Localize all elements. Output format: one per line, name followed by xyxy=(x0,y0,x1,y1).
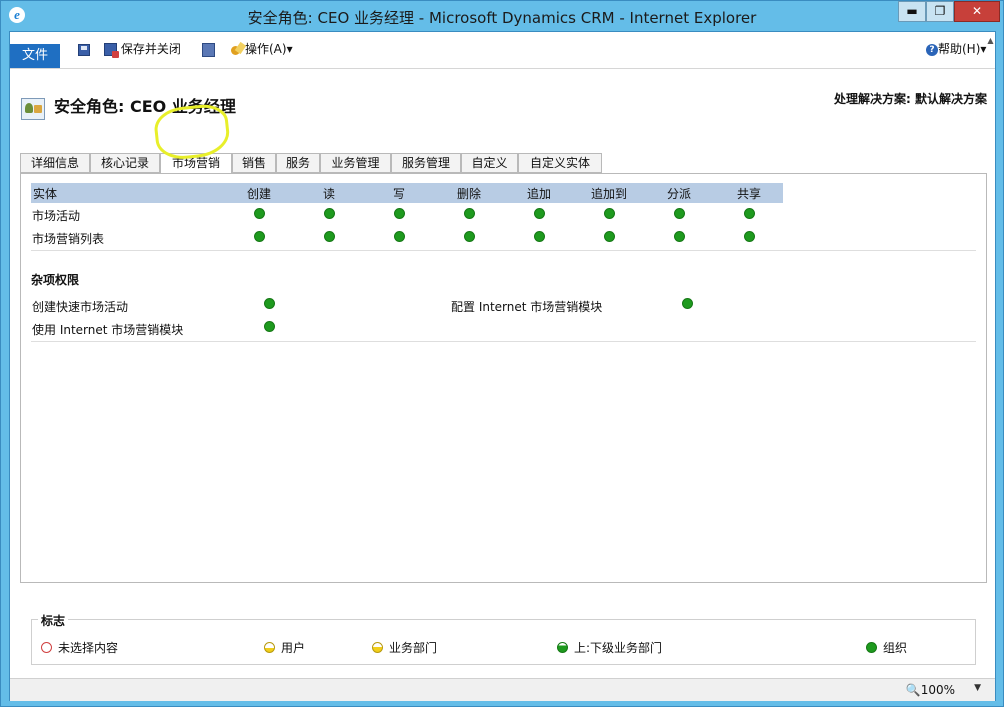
privilege-list-delete[interactable] xyxy=(464,231,475,242)
legend-label: 业务部门 xyxy=(389,641,438,655)
column-entity: 实体 xyxy=(33,187,58,201)
privilege-campaign-write[interactable] xyxy=(394,208,405,219)
privilege-list-append-to[interactable] xyxy=(604,231,615,242)
command-ribbon: 文件 保存并关闭 操作(A)▾ ? 帮助(H)▾ ▲ xyxy=(10,32,995,69)
privilege-list-append[interactable] xyxy=(534,231,545,242)
security-role-icon xyxy=(21,98,45,120)
privilege-campaign-share[interactable] xyxy=(744,208,755,219)
zoom-level[interactable]: 🔍100% xyxy=(906,683,955,697)
privilege-use-internet-marketing[interactable] xyxy=(264,321,275,332)
legend-none: 未选择内容 xyxy=(41,639,118,656)
legend-parent-child: 上:下级业务部门 xyxy=(557,639,662,656)
privilege-campaign-append[interactable] xyxy=(534,208,545,219)
user-level-icon xyxy=(264,642,275,653)
zoom-value: 100% xyxy=(920,683,955,697)
misc-privileges-title: 杂项权限 xyxy=(31,273,80,287)
privilege-list-assign[interactable] xyxy=(674,231,685,242)
misc-label-quick-campaign: 创建快速市场活动 xyxy=(32,300,129,314)
privilege-grid-header: 实体 创建 读 写 删除 追加 追加到 分派 共享 xyxy=(31,183,783,203)
legend-label: 上:下级业务部门 xyxy=(574,641,663,655)
tab-core-records[interactable]: 核心记录 xyxy=(90,153,160,173)
tab-service[interactable]: 服务 xyxy=(276,153,320,173)
tab-sales[interactable]: 销售 xyxy=(232,153,276,173)
privilege-campaign-append-to[interactable] xyxy=(604,208,615,219)
actions-menu-button[interactable]: 操作(A)▾ xyxy=(230,40,293,58)
legend-organization: 组织 xyxy=(866,639,907,656)
column-create: 创建 xyxy=(247,187,272,201)
column-delete: 删除 xyxy=(457,187,482,201)
column-append: 追加 xyxy=(527,187,552,201)
help-icon: ? xyxy=(926,43,938,56)
privilege-campaign-assign[interactable] xyxy=(674,208,685,219)
privilege-list-create[interactable] xyxy=(254,231,265,242)
window-title: 安全角色: CEO 业务经理 - Microsoft Dynamics CRM … xyxy=(247,9,757,27)
save-close-icon xyxy=(104,43,119,58)
scroll-up-arrow-icon[interactable]: ▲ xyxy=(986,36,995,50)
row-label-campaign: 市场活动 xyxy=(32,209,81,223)
privilege-list-read[interactable] xyxy=(324,231,335,242)
maximize-button[interactable]: ❐ xyxy=(926,1,954,22)
legend-business-unit: 业务部门 xyxy=(372,639,437,656)
chevron-down-icon: ▾ xyxy=(286,42,293,56)
privilege-configure-internet-marketing[interactable] xyxy=(682,298,693,309)
help-menu-button[interactable]: ? 帮助(H)▾ xyxy=(926,40,986,58)
tab-customization[interactable]: 自定义 xyxy=(461,153,518,173)
column-append-to: 追加到 xyxy=(591,187,628,201)
legend-box xyxy=(31,619,976,665)
save-and-close-button[interactable]: 保存并关闭 xyxy=(104,40,181,58)
privilege-campaign-read[interactable] xyxy=(324,208,335,219)
divider xyxy=(31,250,976,251)
legend-label: 用户 xyxy=(281,641,306,655)
actions-label: 操作(A) xyxy=(245,42,287,56)
legend-title: 标志 xyxy=(38,612,69,629)
save-and-close-label: 保存并关闭 xyxy=(120,42,181,56)
help-label: 帮助(H) xyxy=(938,42,981,56)
legend-label: 未选择内容 xyxy=(58,641,119,655)
empty-circle-icon xyxy=(41,642,52,653)
divider xyxy=(31,341,976,342)
file-button[interactable]: 文件 xyxy=(10,44,60,68)
copy-role-button[interactable] xyxy=(202,40,215,58)
status-bar: 🔍100% ▼ xyxy=(10,678,995,701)
actions-icon xyxy=(230,43,245,57)
privilege-list-share[interactable] xyxy=(744,231,755,242)
minimize-button[interactable]: ▬ xyxy=(898,1,926,22)
tab-service-management[interactable]: 服务管理 xyxy=(391,153,461,173)
tab-business-management[interactable]: 业务管理 xyxy=(320,153,391,173)
legend-user: 用户 xyxy=(264,639,305,656)
zoom-dropdown-icon[interactable]: ▼ xyxy=(974,683,981,693)
tab-details[interactable]: 详细信息 xyxy=(20,153,90,173)
privilege-campaign-create[interactable] xyxy=(254,208,265,219)
organization-level-icon xyxy=(866,642,877,653)
misc-label-configure-internet-marketing: 配置 Internet 市场营销模块 xyxy=(451,300,603,314)
tab-custom-entities[interactable]: 自定义实体 xyxy=(518,153,602,173)
misc-label-use-internet-marketing: 使用 Internet 市场营销模块 xyxy=(32,323,184,337)
marketing-privileges-panel: 实体 创建 读 写 删除 追加 追加到 分派 共享 市场活动 市场营销列表 杂项… xyxy=(20,173,987,583)
business-unit-level-icon xyxy=(372,642,383,653)
copy-icon xyxy=(202,42,215,57)
column-assign: 分派 xyxy=(667,187,692,201)
zoom-icon: 🔍 xyxy=(905,683,921,697)
save-icon xyxy=(78,43,90,56)
browser-window: e 安全角色: CEO 业务经理 - Microsoft Dynamics CR… xyxy=(0,0,1004,707)
solution-label: 处理解决方案: 默认解决方案 xyxy=(834,92,987,106)
legend-label: 组织 xyxy=(883,641,908,655)
save-button[interactable] xyxy=(78,40,90,58)
parent-child-level-icon xyxy=(557,642,568,653)
title-bar: e 安全角色: CEO 业务经理 - Microsoft Dynamics CR… xyxy=(1,1,1003,31)
privilege-campaign-delete[interactable] xyxy=(464,208,475,219)
column-write: 写 xyxy=(393,187,406,201)
close-window-button[interactable]: ✕ xyxy=(954,1,1000,22)
column-share: 共享 xyxy=(737,187,762,201)
column-read: 读 xyxy=(323,187,336,201)
privilege-quick-campaign[interactable] xyxy=(264,298,275,309)
row-label-marketing-list: 市场营销列表 xyxy=(32,232,105,246)
privilege-list-write[interactable] xyxy=(394,231,405,242)
